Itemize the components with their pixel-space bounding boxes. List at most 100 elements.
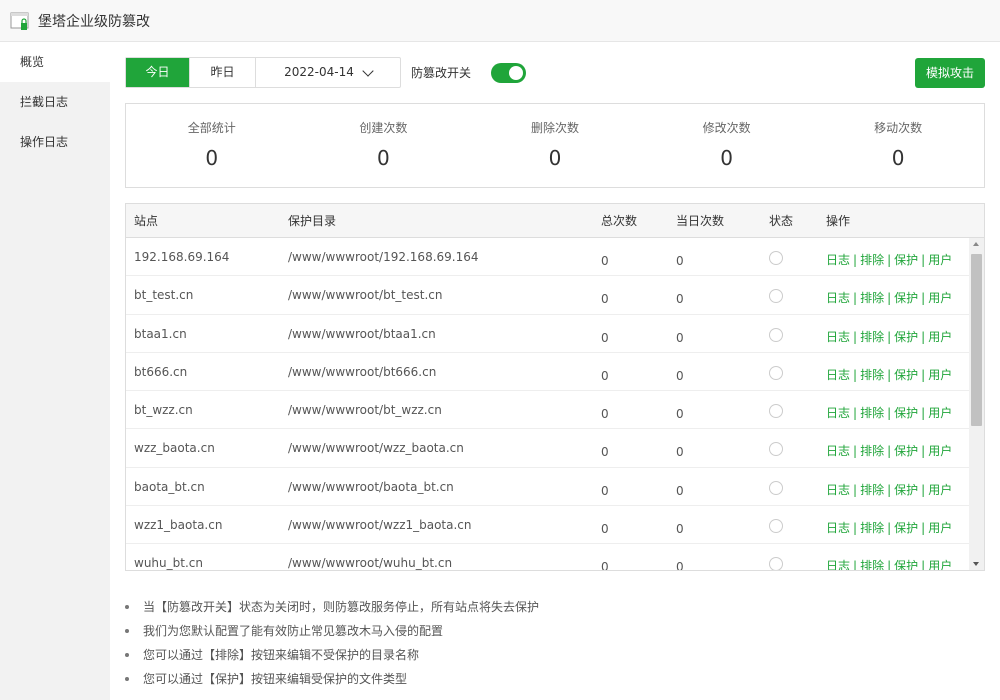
separator: | [887,521,892,536]
protected-dir: /www/wwwroot/bt_test.cn [288,288,443,303]
toggle-knob [769,289,783,304]
toggle-knob [769,519,783,534]
toolbar: 今日 昨日 2022-04-14 防篡改开关 [125,57,527,88]
exclude-link[interactable]: 排除 [860,330,884,344]
log-link[interactable]: 日志 [826,406,850,420]
protect-link[interactable]: 保护 [894,330,918,344]
site-name: wuhu_bt.cn [134,556,203,570]
row-actions: 日志 | 排除 | 保护 | 用户 [826,404,952,421]
row-actions: 日志 | 排除 | 保护 | 用户 [826,557,952,570]
log-link[interactable]: 日志 [826,559,850,570]
exclude-link[interactable]: 排除 [860,253,884,267]
user-link[interactable]: 用户 [928,406,952,420]
app-logo-icon [10,11,30,31]
separator: | [853,329,858,344]
main-panel: 今日 昨日 2022-04-14 防篡改开关 模拟攻击 全部统计 0 创建次数 … [110,42,1000,700]
user-link[interactable]: 用户 [928,444,952,458]
user-link[interactable]: 用户 [928,291,952,305]
log-link[interactable]: 日志 [826,368,850,382]
today-count: 0 [676,407,684,422]
stat-delete: 删除次数 0 [469,104,641,187]
exclude-link[interactable]: 排除 [860,444,884,458]
protected-dir: /www/wwwroot/wzz_baota.cn [288,441,464,456]
column-header-total: 总次数 [601,214,638,228]
tamper-toggle-label: 防篡改开关 [411,66,472,80]
user-link[interactable]: 用户 [928,368,952,382]
today-button[interactable]: 今日 [126,58,190,87]
separator: | [853,559,858,570]
log-link[interactable]: 日志 [826,253,850,267]
protect-link[interactable]: 保护 [894,253,918,267]
scroll-up-arrow-icon[interactable] [973,242,979,246]
exclude-link[interactable]: 排除 [860,521,884,535]
total-count: 0 [601,330,609,345]
date-value: 2022-04-14 [284,65,354,79]
scroll-down-arrow-icon[interactable] [973,562,979,566]
toggle-knob [509,65,524,80]
separator: | [887,329,892,344]
date-picker[interactable]: 2022-04-14 [256,58,400,87]
exclude-link[interactable]: 排除 [860,291,884,305]
scrollbar-thumb[interactable] [971,254,982,426]
sidebar-item-intercept-log[interactable]: 拦截日志 [0,82,110,122]
exclude-link[interactable]: 排除 [860,406,884,420]
toggle-knob [769,442,783,457]
log-link[interactable]: 日志 [826,521,850,535]
exclude-link[interactable]: 排除 [860,483,884,497]
log-link[interactable]: 日志 [826,330,850,344]
separator: | [887,291,892,306]
protect-link[interactable]: 保护 [894,559,918,570]
protect-link[interactable]: 保护 [894,291,918,305]
protect-link[interactable]: 保护 [894,483,918,497]
sidebar-item-overview[interactable]: 概览 [0,42,110,82]
user-link[interactable]: 用户 [928,330,952,344]
separator: | [921,329,926,344]
protect-link[interactable]: 保护 [894,368,918,382]
toggle-knob [769,365,783,380]
yesterday-button[interactable]: 昨日 [190,58,256,87]
user-link[interactable]: 用户 [928,483,952,497]
log-link[interactable]: 日志 [826,444,850,458]
user-link[interactable]: 用户 [928,559,952,570]
user-link[interactable]: 用户 [928,521,952,535]
column-header-status: 状态 [769,214,794,228]
today-count: 0 [676,254,684,268]
user-link[interactable]: 用户 [928,253,952,267]
protected-dir: /www/wwwroot/wzz1_baota.cn [288,518,472,533]
protect-link[interactable]: 保护 [894,444,918,458]
log-link[interactable]: 日志 [826,291,850,305]
exclude-link[interactable]: 排除 [860,368,884,382]
simulate-attack-button[interactable]: 模拟攻击 [915,58,985,88]
site-name: bt_wzz.cn [134,403,193,418]
table-row: bt_wzz.cn/www/wwwroot/bt_wzz.cn 0 0 日志 | 排除 | 保… [126,391,969,430]
row-actions: 日志 | 排除 | 保护 | 用户 [826,519,952,536]
stat-value: 0 [548,146,562,170]
site-name: btaa1.cn [134,326,187,341]
row-actions: 日志 | 排除 | 保护 | 用户 [826,366,952,383]
site-name: bt666.cn [134,364,188,379]
chevron-down-icon [362,64,374,77]
log-link[interactable]: 日志 [826,483,850,497]
table-row: wuhu_bt.cn/www/wwwroot/wuhu_bt.cn 0 0 日志 | 排除… [126,544,969,570]
site-name: wzz1_baota.cn [134,518,223,533]
protect-link[interactable]: 保护 [894,406,918,420]
table-row: 192.168.69.164/www/wwwroot/192.168.69.16… [126,238,969,277]
exclude-link[interactable]: 排除 [860,559,884,570]
stats-panel: 全部统计 0 创建次数 0 删除次数 0 修改次数 0 移动次数 0 [125,103,985,188]
separator: | [887,367,892,382]
today-count: 0 [676,445,684,460]
protect-link[interactable]: 保护 [894,521,918,535]
separator: | [921,482,926,497]
protected-dir: /www/wwwroot/btaa1.cn [288,326,436,341]
table-header: 站点 保护目录 总次数 当日次数 状态 操作 [126,204,984,238]
table-scrollbar[interactable] [969,238,984,570]
note-item: 当【防篡改开关】状态为关闭时，则防篡改服务停止，所有站点将失去保护 [125,595,985,619]
column-header-ops: 操作 [826,214,851,228]
stat-move: 移动次数 0 [812,104,984,187]
tamper-protection-toggle[interactable] [491,62,527,83]
sidebar-item-operation-log[interactable]: 操作日志 [0,122,110,162]
row-actions: 日志 | 排除 | 保护 | 用户 [826,442,952,459]
help-notes: 当【防篡改开关】状态为关闭时，则防篡改服务停止，所有站点将失去保护 我们为您默认… [125,595,985,691]
today-count: 0 [676,560,684,570]
separator: | [921,253,926,267]
